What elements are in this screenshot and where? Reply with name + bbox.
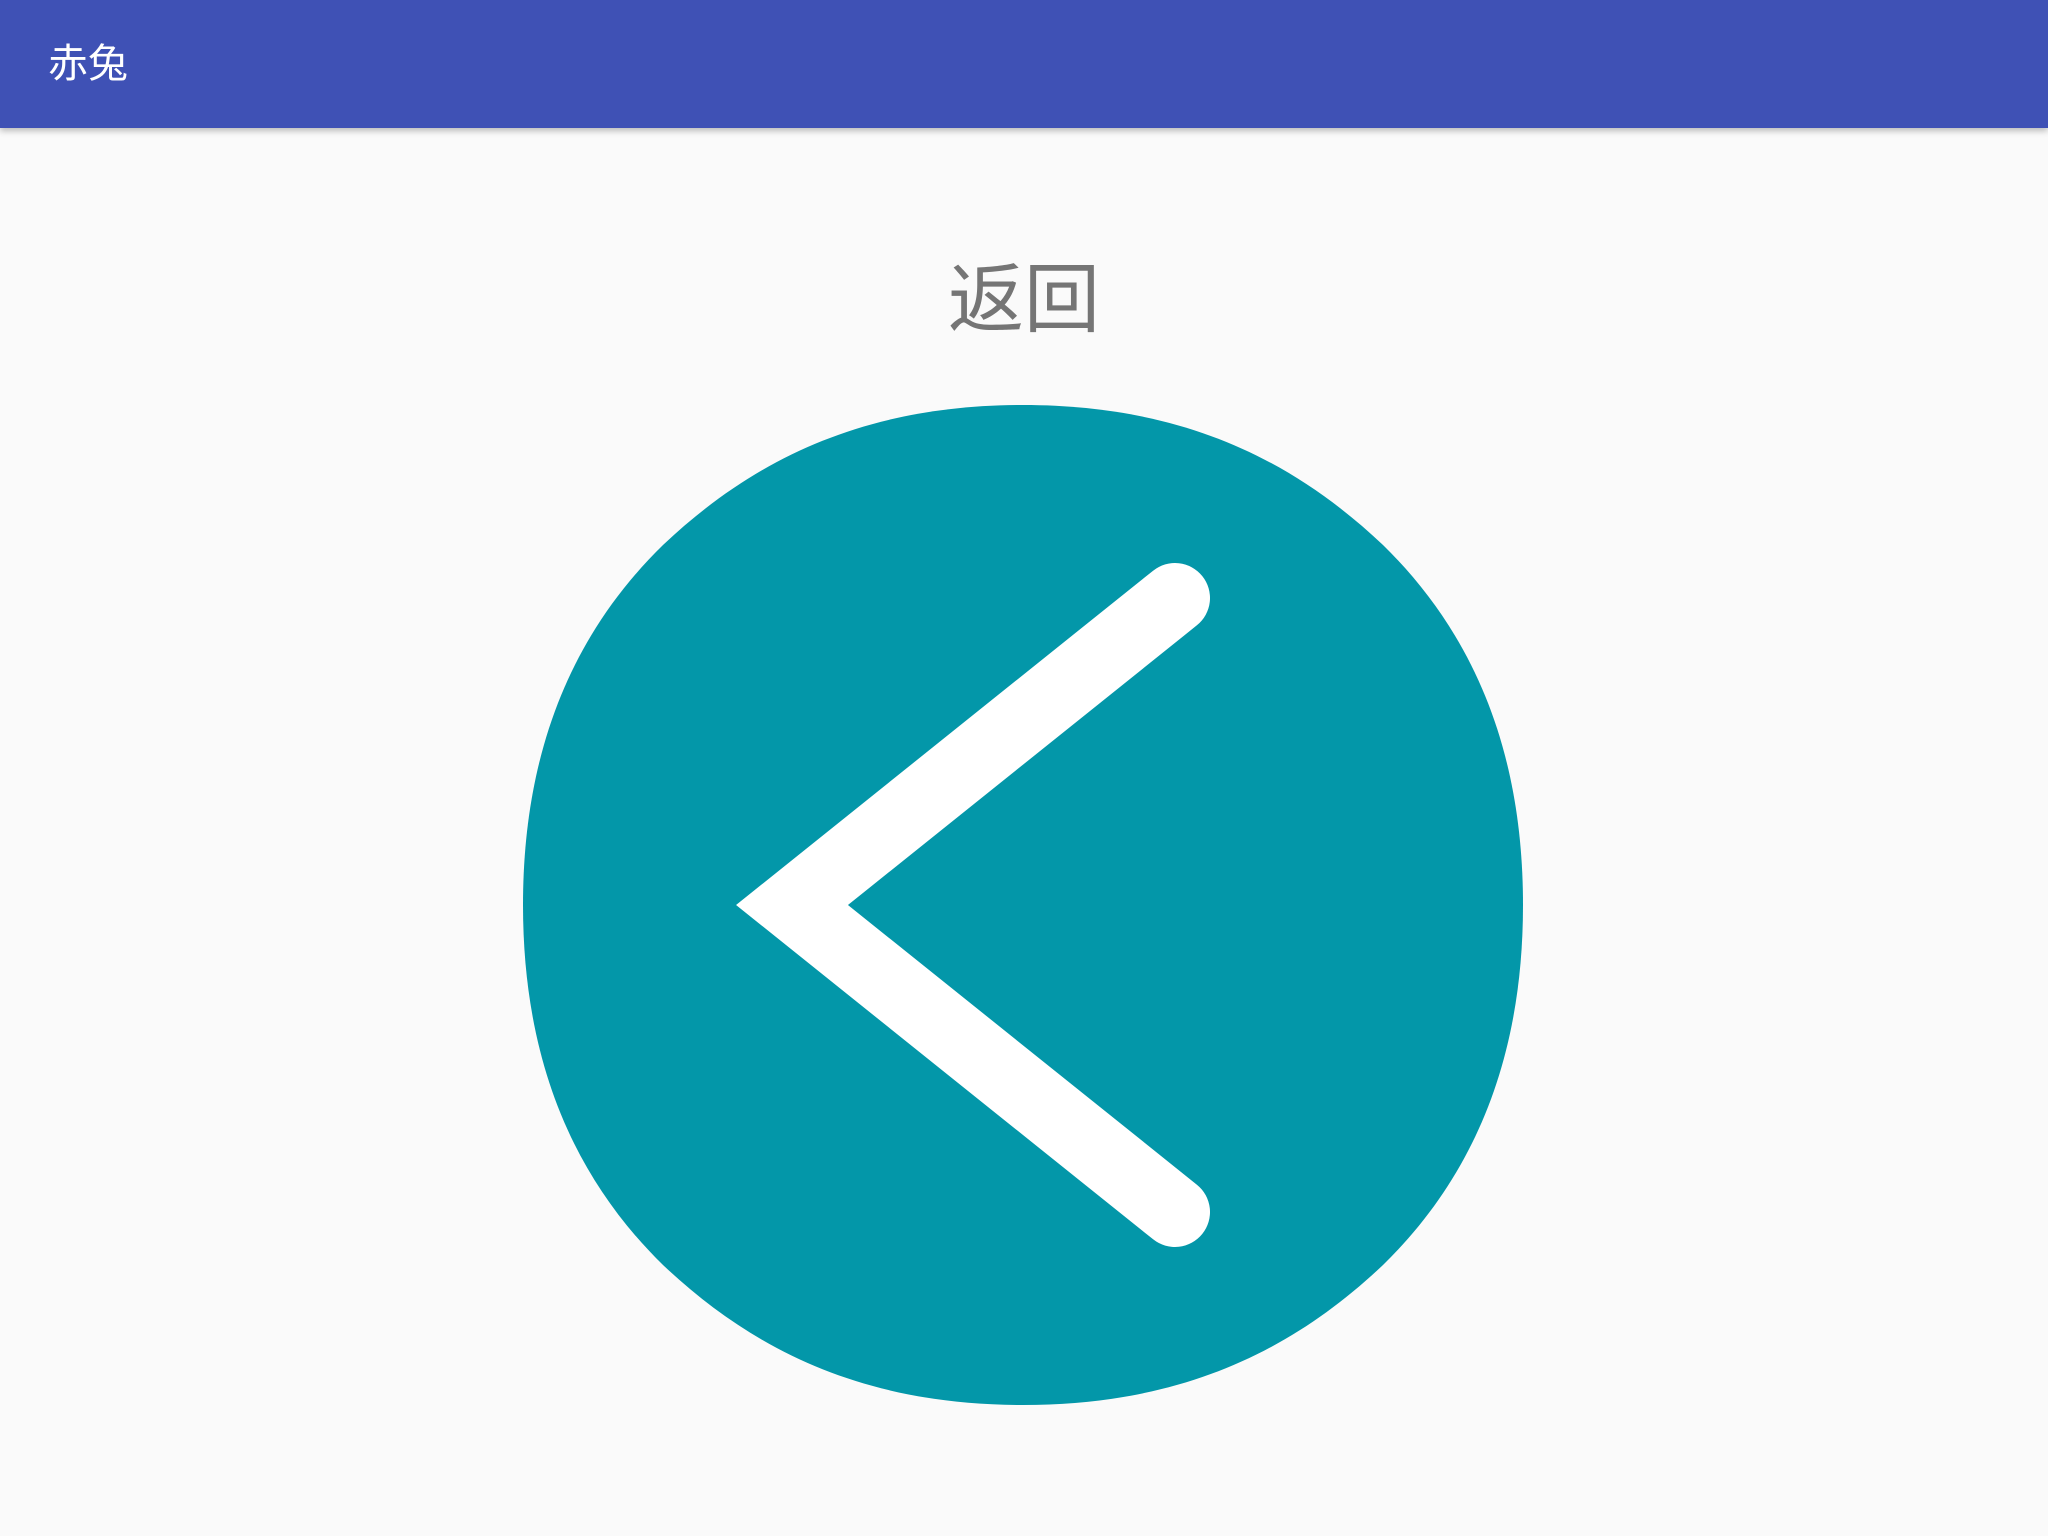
back-label: 返回	[948, 255, 1100, 344]
app-bar: 赤兔	[0, 0, 2048, 128]
back-button-graphic	[523, 405, 1523, 1405]
back-button-shape	[523, 405, 1523, 1405]
app-title: 赤兔	[48, 41, 128, 87]
back-button[interactable]	[523, 405, 1523, 1405]
